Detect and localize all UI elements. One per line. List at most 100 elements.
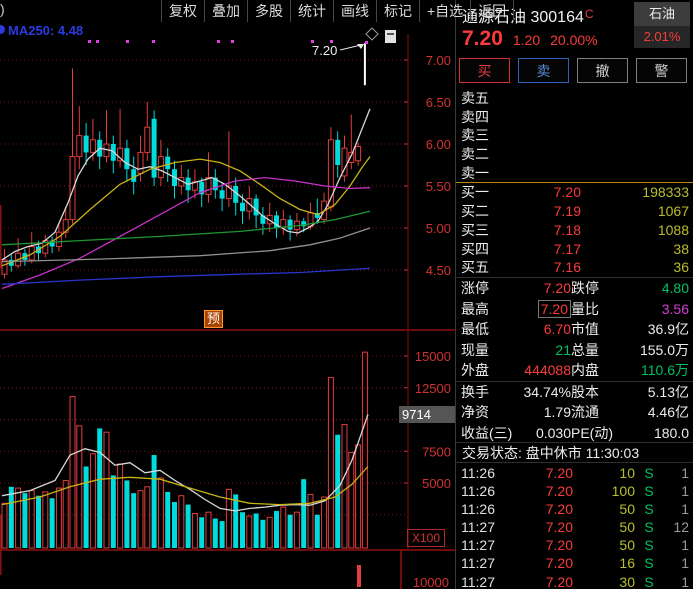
level-volume: 198333 [581, 183, 689, 202]
tick-volume: 30 [573, 573, 635, 589]
toolbar-item-3[interactable]: 多股 [247, 0, 290, 22]
stat-value: 3.56 [631, 299, 689, 320]
level-label: 卖四 [461, 108, 509, 127]
toolbar-item-2[interactable]: 叠加 [204, 0, 247, 22]
volume-unit-badge: X100 [407, 529, 445, 547]
tick-side: S [635, 518, 663, 536]
tick-volume: 10 [573, 464, 635, 482]
level-label: 卖三 [461, 126, 509, 145]
sell-row-4[interactable]: 卖二 [456, 145, 693, 164]
svg-text:5000: 5000 [422, 476, 451, 491]
sell-row-3[interactable]: 卖三 [456, 126, 693, 145]
trade-button-警[interactable]: 警 [636, 58, 687, 83]
stat-label: 涨停 [461, 278, 513, 299]
tick-volume: 100 [573, 482, 635, 500]
buy-row-3[interactable]: 买三7.181088 [456, 221, 693, 240]
level-label: 买一 [461, 183, 509, 202]
level-price [509, 89, 581, 108]
svg-text:12500: 12500 [415, 381, 451, 396]
level-label: 买四 [461, 240, 509, 259]
svg-text:7.00: 7.00 [426, 53, 451, 68]
stats-row-6: 换手34.74%股本5.13亿 [456, 382, 693, 403]
toolbar-item-1[interactable]: 复权 [161, 0, 204, 22]
level-volume [581, 145, 689, 164]
level-volume [581, 108, 689, 127]
sector-name[interactable]: 石油 [634, 2, 690, 26]
kline-chart-area[interactable]: 7.006.506.005.505.004.501500012500750050… [0, 0, 455, 589]
tick-row-4[interactable]: 11:277.2050S12 [456, 518, 693, 536]
sell-row-2[interactable]: 卖四 [456, 108, 693, 127]
tick-count: 1 [663, 573, 689, 589]
chinext-flag: C [585, 7, 594, 21]
kline-chart-svg[interactable]: 7.006.506.005.505.004.501500012500750050… [0, 0, 455, 589]
level-price: 7.19 [509, 202, 581, 221]
svg-text:7500: 7500 [422, 444, 451, 459]
level-price [509, 108, 581, 127]
stat-value: 444088 [513, 360, 571, 381]
trade-button-买[interactable]: 买 [459, 58, 510, 83]
tick-time: 11:27 [461, 518, 505, 536]
buy-row-5[interactable]: 买五7.1636 [456, 258, 693, 277]
svg-text:6.50: 6.50 [426, 95, 451, 110]
tick-price: 7.20 [505, 482, 573, 500]
buy-row-4[interactable]: 买四7.1738 [456, 240, 693, 259]
stat-label: PE(动) [571, 423, 631, 444]
level-label: 卖一 [461, 164, 509, 183]
level-volume: 36 [581, 258, 689, 277]
sell-row-1[interactable]: 卖五 [456, 89, 693, 108]
stats-row-4: 现量21总量155.0万 [456, 340, 693, 361]
tick-list[interactable]: 11:267.2010S111:267.20100S111:267.2050S1… [456, 464, 693, 589]
tick-count: 1 [663, 554, 689, 572]
buy-row-1[interactable]: 买一7.20198333 [456, 183, 693, 202]
chart-toolbar: 复权叠加多股统计画线标记+自选返回 [161, 0, 514, 22]
level-price [509, 126, 581, 145]
stat-value: 7.20 [513, 278, 571, 299]
trade-button-撤[interactable]: 撤 [577, 58, 628, 83]
trade-button-卖[interactable]: 卖 [518, 58, 569, 83]
stats-row-5: 外盘444088内盘110.6万 [456, 360, 693, 382]
quote-panel: 通源石油 300164C 石油 2.01% 7.20 1.20 20.00% 买… [455, 0, 693, 589]
tick-price: 7.20 [505, 500, 573, 518]
tick-side: S [635, 573, 663, 589]
level-label: 买五 [461, 258, 509, 277]
stat-label: 内盘 [571, 360, 631, 381]
sell-row-5[interactable]: 卖一 [456, 164, 693, 183]
stat-label: 总量 [571, 340, 631, 361]
stats-row-8: 收益(三)0.030PE(动)180.0 [456, 423, 693, 444]
stat-label: 市值 [571, 319, 631, 340]
toolbar-item-4[interactable]: 统计 [290, 0, 333, 22]
toolbar-item-6[interactable]: 标记 [376, 0, 419, 22]
tick-row-3[interactable]: 11:267.2050S1 [456, 500, 693, 518]
level-label: 卖二 [461, 145, 509, 164]
tick-side: S [635, 536, 663, 554]
tick-row-2[interactable]: 11:267.20100S1 [456, 482, 693, 500]
buy-row-2[interactable]: 买二7.191067 [456, 202, 693, 221]
volume-crosshair-value: 9714 [399, 406, 455, 423]
stat-value: 4.46亿 [631, 402, 689, 423]
stats-grid: 涨停7.20跌停4.80最高7.20量比3.56最低6.70市值36.9亿现量2… [456, 277, 693, 443]
stat-value: 110.6万 [631, 360, 689, 381]
tick-row-1[interactable]: 11:267.2010S1 [456, 464, 693, 482]
tick-row-7[interactable]: 11:277.2030S1 [456, 573, 693, 589]
tick-count: 1 [663, 536, 689, 554]
tick-count: 1 [663, 464, 689, 482]
level-volume [581, 89, 689, 108]
toolbar-item-8[interactable]: 返回 [470, 0, 514, 22]
tick-row-6[interactable]: 11:277.2016S1 [456, 554, 693, 572]
sector-widget[interactable]: 石油 2.01% [634, 2, 690, 48]
trading-terminal: ) 复权叠加多股统计画线标记+自选返回 7.006.506.005.505.00… [0, 0, 693, 589]
stat-label: 最高 [461, 299, 513, 320]
stats-row-3: 最低6.70市值36.9亿 [456, 319, 693, 340]
ma250-label: MA250: 4.48 [8, 23, 83, 38]
price-change-pct: 20.00% [550, 32, 597, 48]
tick-row-5[interactable]: 11:277.2050S1 [456, 536, 693, 554]
toolbar-item-5[interactable]: 画线 [333, 0, 376, 22]
toolbar-item-7[interactable]: +自选 [419, 0, 470, 22]
forecast-badge[interactable]: 预 [204, 310, 223, 328]
level-label: 买二 [461, 202, 509, 221]
tick-price: 7.20 [505, 536, 573, 554]
tick-side: S [635, 482, 663, 500]
tick-price: 7.20 [505, 573, 573, 589]
stat-label: 股本 [571, 382, 631, 403]
tick-price: 7.20 [505, 554, 573, 572]
